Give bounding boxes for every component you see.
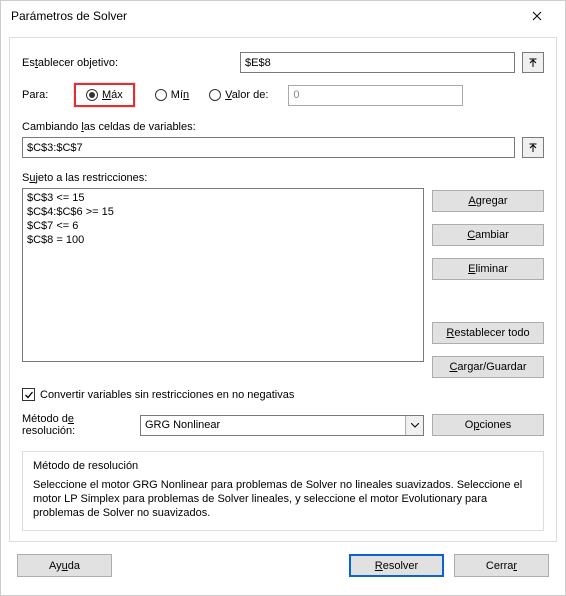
constraints-area: $C$3 <= 15 $C$4:$C$6 >= 15 $C$7 <= 6 $C$… bbox=[22, 188, 544, 378]
variables-ref-icon[interactable] bbox=[522, 137, 544, 158]
method-selected: GRG Nonlinear bbox=[141, 419, 405, 431]
method-label: Método deresolución: bbox=[22, 413, 132, 437]
variables-row bbox=[22, 137, 544, 158]
target-valueof-label: Valor de: bbox=[225, 89, 268, 101]
objective-row: Establecer objetivo: bbox=[22, 52, 544, 73]
target-min-label: Mín bbox=[171, 89, 189, 101]
target-row: Para: Máx Mín Valor de: bbox=[22, 83, 544, 107]
method-description-title: Método de resolución bbox=[33, 460, 533, 472]
target-value-input[interactable] bbox=[288, 85, 463, 106]
target-max-option[interactable]: Máx bbox=[74, 83, 135, 107]
constraints-listbox[interactable]: $C$3 <= 15 $C$4:$C$6 >= 15 $C$7 <= 6 $C$… bbox=[22, 188, 424, 362]
load-save-button[interactable]: Cargar/Guardar bbox=[432, 356, 544, 378]
params-frame: Establecer objetivo: Para: Máx Mín bbox=[9, 37, 557, 542]
radio-icon bbox=[155, 89, 167, 101]
dialog-body: Establecer objetivo: Para: Máx Mín bbox=[1, 31, 565, 595]
objective-ref-icon[interactable] bbox=[522, 52, 544, 73]
list-item[interactable]: $C$7 <= 6 bbox=[27, 219, 419, 233]
list-item[interactable]: $C$8 = 100 bbox=[27, 233, 419, 247]
target-valueof-option[interactable]: Valor de: bbox=[209, 89, 268, 101]
method-select[interactable]: GRG Nonlinear bbox=[140, 415, 424, 436]
variables-input[interactable] bbox=[22, 137, 515, 158]
radio-icon bbox=[86, 89, 98, 101]
nonneg-label: Convertir variables sin restricciones en… bbox=[40, 389, 294, 401]
nonneg-checkbox-row[interactable]: Convertir variables sin restricciones en… bbox=[22, 388, 544, 401]
close-icon[interactable] bbox=[517, 2, 557, 30]
target-min-option[interactable]: Mín bbox=[155, 89, 189, 101]
constraints-label: Sujeto a las restricciones: bbox=[22, 172, 544, 184]
titlebar: Parámetros de Solver bbox=[1, 1, 565, 31]
delete-button[interactable]: Eliminar bbox=[432, 258, 544, 280]
objective-input[interactable] bbox=[240, 52, 515, 73]
reset-button[interactable]: Restablecer todo bbox=[432, 322, 544, 344]
variables-label: Cambiando las celdas de variables: bbox=[22, 121, 544, 133]
dialog-title: Parámetros de Solver bbox=[11, 9, 127, 23]
list-item[interactable]: $C$3 <= 15 bbox=[27, 191, 419, 205]
method-row: Método deresolución: GRG Nonlinear Opcio… bbox=[22, 413, 544, 437]
help-button[interactable]: Ayuda bbox=[17, 554, 112, 577]
options-button[interactable]: Opciones bbox=[432, 414, 544, 436]
bottom-buttons: Ayuda Resolver Cerrar bbox=[9, 542, 557, 587]
solver-dialog: Parámetros de Solver Establecer objetivo… bbox=[0, 0, 566, 596]
target-max-label: Máx bbox=[102, 89, 123, 101]
solve-button[interactable]: Resolver bbox=[349, 554, 444, 577]
add-button[interactable]: Agregar bbox=[432, 190, 544, 212]
constraints-buttons: Agregar Cambiar Eliminar Restablecer tod… bbox=[432, 188, 544, 378]
close-button[interactable]: Cerrar bbox=[454, 554, 549, 577]
radio-icon bbox=[209, 89, 221, 101]
change-button[interactable]: Cambiar bbox=[432, 224, 544, 246]
checkbox-icon bbox=[22, 388, 35, 401]
method-description-text: Seleccione el motor GRG Nonlinear para p… bbox=[33, 478, 533, 520]
objective-label: Establecer objetivo: bbox=[22, 57, 232, 69]
chevron-down-icon bbox=[405, 416, 423, 435]
list-item[interactable]: $C$4:$C$6 >= 15 bbox=[27, 205, 419, 219]
target-for-label: Para: bbox=[22, 89, 54, 101]
method-description-frame: Método de resolución Seleccione el motor… bbox=[22, 451, 544, 531]
